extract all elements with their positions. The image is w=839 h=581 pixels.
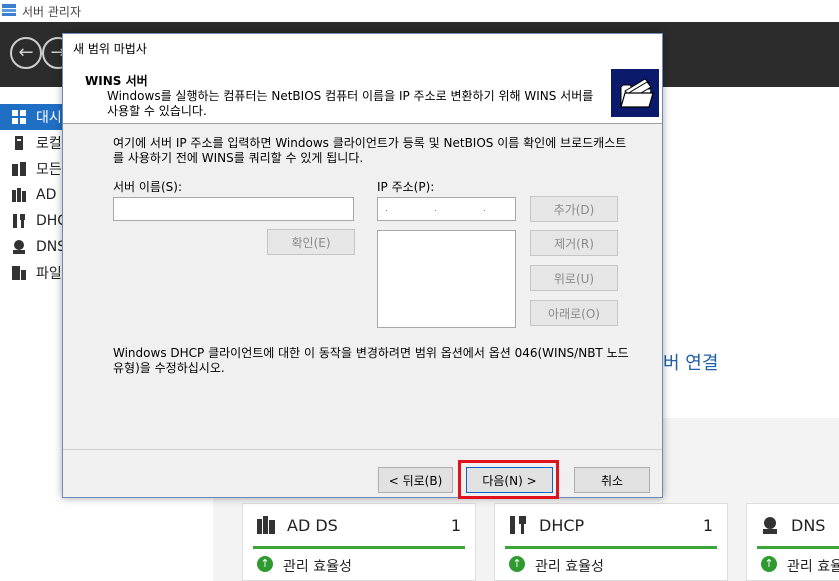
ad-ds-icon <box>257 516 275 534</box>
dashboard-icon <box>12 110 26 124</box>
add-button[interactable]: 추가(D) <box>530 196 618 222</box>
server-name-input[interactable] <box>113 197 354 221</box>
dhcp-icon <box>13 214 25 228</box>
tile-count: 1 <box>702 516 713 535</box>
wizard-page-title: WINS 서버 <box>85 74 148 88</box>
wizard-footer <box>63 450 662 497</box>
sidebar-item-dashboard[interactable]: 대시보드 <box>0 104 62 130</box>
dialog-title: 새 범위 마법사 <box>73 42 147 56</box>
tile-count: 1 <box>450 516 461 535</box>
welcome-panel <box>663 140 839 418</box>
all-servers-icon <box>12 162 26 176</box>
remove-button[interactable]: 제거(R) <box>530 230 618 256</box>
back-button[interactable]: < 뒤로(B) <box>378 467 453 493</box>
sidebar-item-label: 대시보드 <box>36 110 62 126</box>
connect-server-link[interactable]: 버 연결 <box>663 349 718 375</box>
resolve-button[interactable]: 확인(E) <box>267 229 355 255</box>
tile-ad-ds[interactable]: AD DS 1 ↑ 관리 효율성 <box>242 503 476 581</box>
sidebar-item-label: 모든 서버 <box>36 162 62 178</box>
sidebar-item-all-servers[interactable]: 모든 서버 <box>0 156 62 182</box>
status-bar <box>757 546 839 549</box>
dhcp-client-note: Windows DHCP 클라이언트에 대한 이 동작을 변경하려면 범위 옵션… <box>113 346 629 375</box>
tile-name: AD DS <box>287 516 338 535</box>
folder-wizard-icon <box>611 69 659 117</box>
up-arrow-icon: ↑ <box>509 556 525 572</box>
wizard-page-description: Windows를 실행하는 컴퓨터는 NetBIOS 컴퓨터 이름을 IP 주소… <box>107 89 594 118</box>
new-scope-wizard-dialog: 새 범위 마법사 WINS 서버 Windows를 실행하는 컴퓨터는 NetB… <box>62 33 663 498</box>
sidebar-item-label: AD DS <box>36 187 62 203</box>
ip-separator-dots: . . . <box>385 204 508 213</box>
server-name-label: 서버 이름(S): <box>113 180 182 194</box>
dns-icon <box>13 240 25 254</box>
status-bar <box>253 546 465 549</box>
sidebar-item-ad-ds[interactable]: AD DS <box>0 182 62 208</box>
sidebar-item-file-storage[interactable]: 파일 및 저장소 서비스 <box>0 260 62 286</box>
app-title: 서버 관리자 <box>22 5 82 19</box>
tile-name: DNS <box>791 516 826 535</box>
back-icon[interactable]: ← <box>10 37 42 69</box>
sidebar-item-dns[interactable]: DNS <box>0 234 62 260</box>
dhcp-icon <box>510 516 526 534</box>
up-arrow-icon: ↑ <box>761 556 777 572</box>
sidebar-item-label: 로컬 서버 <box>36 136 62 152</box>
instructions-text: 여기에 서버 IP 주소를 입력하면 Windows 클라이언트가 등록 및 N… <box>113 136 627 165</box>
sidebar-item-dhcp[interactable]: DHCP <box>0 208 62 234</box>
tile-status[interactable]: 관리 효율성 <box>283 556 352 576</box>
sidebar-item-label: DHCP <box>36 213 62 229</box>
wins-server-list[interactable] <box>377 230 516 328</box>
sidebar-item-local-server[interactable]: 로컬 서버 <box>0 130 62 156</box>
server-manager-icon <box>2 4 16 16</box>
app-titlebar: 서버 관리자 <box>0 0 839 22</box>
sidebar-item-label: DNS <box>36 239 62 255</box>
tile-status[interactable]: 관리 효율성 <box>787 556 839 576</box>
dialog-titlebar[interactable]: 새 범위 마법사 <box>63 34 662 62</box>
move-down-button[interactable]: 아래로(O) <box>530 300 618 326</box>
ip-address-label: IP 주소(P): <box>377 180 435 194</box>
ip-address-input[interactable]: . . . <box>377 197 516 221</box>
next-button-highlight <box>458 460 559 499</box>
tile-name: DHCP <box>539 516 585 535</box>
dns-icon <box>763 517 777 534</box>
ad-ds-icon <box>12 188 26 202</box>
cancel-button[interactable]: 취소 <box>574 467 650 493</box>
status-bar <box>505 546 717 549</box>
up-arrow-icon: ↑ <box>257 556 273 572</box>
sidebar-item-label: 파일 및 저장소 서비스 <box>36 266 62 282</box>
local-server-icon <box>15 136 23 150</box>
move-up-button[interactable]: 위로(U) <box>530 265 618 291</box>
tile-dhcp[interactable]: DHCP 1 ↑ 관리 효율성 <box>494 503 728 581</box>
sidebar: 대시보드 로컬 서버 모든 서버 AD DS DHCP DNS 파일 및 저장소… <box>0 100 62 581</box>
file-storage-icon <box>12 266 26 280</box>
tile-status[interactable]: 관리 효율성 <box>535 556 604 576</box>
tile-dns[interactable]: DNS ↑ 관리 효율성 <box>746 503 839 581</box>
wizard-header: WINS 서버 Windows를 실행하는 컴퓨터는 NetBIOS 컴퓨터 이… <box>63 62 662 124</box>
